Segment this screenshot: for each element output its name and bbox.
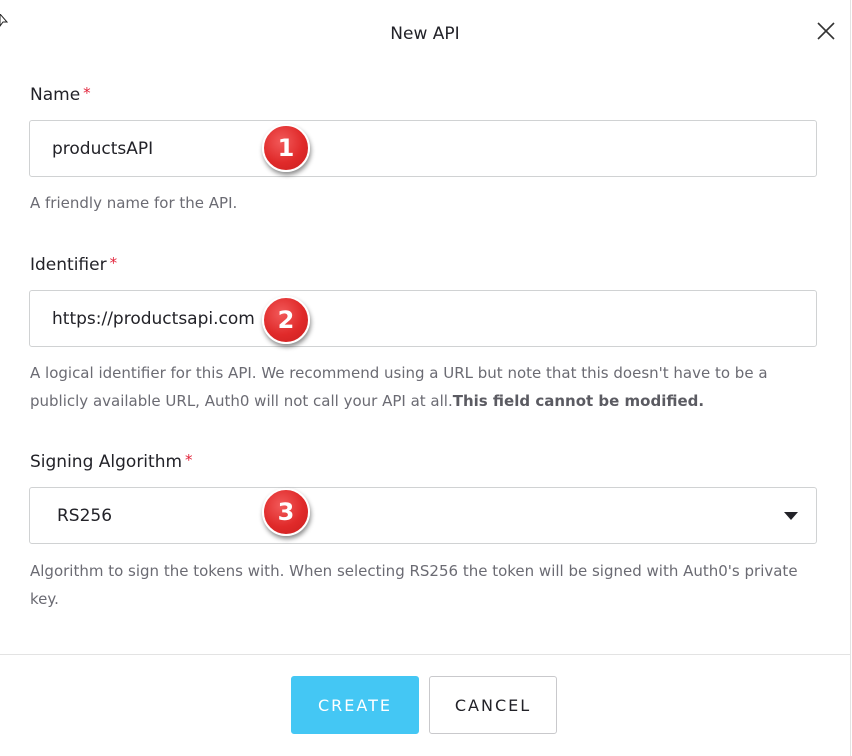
- new-api-dialog: New API Name* 1 A friendly name for the …: [0, 0, 851, 756]
- close-button[interactable]: [815, 20, 837, 42]
- identifier-label-text: Identifier: [30, 255, 107, 275]
- identifier-help-text: A logical identifier for this API. We re…: [30, 359, 820, 415]
- required-mark: *: [109, 254, 118, 272]
- dialog-title: New API: [390, 24, 460, 44]
- cancel-button[interactable]: CANCEL: [429, 676, 557, 734]
- identifier-help-warning: This field cannot be modified.: [452, 392, 705, 410]
- name-label-text: Name: [30, 85, 81, 105]
- dialog-header: New API: [0, 0, 850, 68]
- create-button[interactable]: CREATE: [291, 676, 419, 734]
- annotation-badge-1: 1: [262, 124, 310, 172]
- identifier-field[interactable]: [29, 290, 817, 347]
- footer-divider: [0, 654, 850, 655]
- signing-algorithm-label: Signing Algorithm *: [30, 451, 193, 472]
- signing-algorithm-value: RS256: [57, 506, 113, 526]
- identifier-input[interactable]: [30, 291, 816, 346]
- signing-algorithm-help-text: Algorithm to sign the tokens with. When …: [30, 562, 798, 608]
- name-help-text: A friendly name for the API.: [30, 194, 238, 212]
- name-label: Name *: [30, 84, 91, 105]
- annotation-badge-3: 3: [262, 488, 310, 536]
- required-mark: *: [83, 84, 91, 102]
- close-icon: [815, 20, 837, 42]
- chevron-down-icon: [784, 512, 798, 520]
- name-input[interactable]: [30, 121, 816, 176]
- signing-algorithm-select[interactable]: RS256: [29, 487, 817, 544]
- name-field[interactable]: [29, 120, 817, 177]
- signing-algorithm-label-text: Signing Algorithm: [30, 452, 183, 472]
- required-mark: *: [185, 451, 193, 469]
- annotation-badge-2: 2: [262, 296, 310, 344]
- identifier-label: Identifier *: [30, 254, 117, 275]
